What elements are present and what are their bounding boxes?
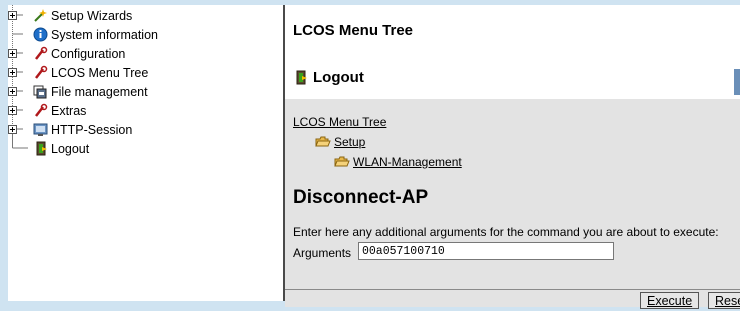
section-heading: Logout <box>294 69 364 86</box>
tree-item-file-management[interactable]: File management <box>8 83 208 102</box>
expand-icon[interactable] <box>8 87 17 96</box>
breadcrumb-label[interactable]: Setup <box>334 135 365 149</box>
button-bar: Execute Reset <box>285 289 740 309</box>
tree-item-extras[interactable]: Extras <box>8 102 208 121</box>
tree-item-label: LCOS Menu Tree <box>51 66 149 80</box>
navigation-tree: Setup Wizards System information Configu… <box>8 5 285 301</box>
breadcrumb-lcos-menu-tree[interactable]: LCOS Menu Tree <box>293 115 386 129</box>
tree-item-lcos-menu-tree[interactable]: LCOS Menu Tree <box>8 64 208 83</box>
breadcrumb-label[interactable]: WLAN-Management <box>353 155 462 169</box>
tree-item-label: File management <box>51 85 148 99</box>
command-panel: LCOS Menu Tree Setup WLAN-Management Dis… <box>285 99 740 289</box>
expand-icon[interactable] <box>8 11 17 20</box>
arguments-input[interactable] <box>358 242 614 260</box>
tree-item-label: Extras <box>51 104 87 118</box>
monitor-icon <box>33 123 48 136</box>
content-pane: LCOS Menu Tree Logout LCOS Menu Tree Set… <box>285 5 740 309</box>
folder-icon <box>315 136 331 147</box>
files-icon <box>33 85 47 99</box>
tree-item-logout[interactable]: Logout <box>8 140 208 159</box>
tree-item-system-information[interactable]: System information <box>8 26 208 45</box>
tree-item-configuration[interactable]: Configuration <box>8 45 208 64</box>
tree-item-label: Configuration <box>51 47 126 61</box>
tool-icon <box>35 65 48 79</box>
instruction-text: Enter here any additional arguments for … <box>293 225 719 239</box>
section-heading-label: Logout <box>313 69 364 86</box>
app-title: LCOS Menu Tree <box>293 22 414 39</box>
expand-icon[interactable] <box>8 125 17 134</box>
tree-item-setup-wizards[interactable]: Setup Wizards <box>8 7 208 26</box>
door-exit-icon <box>296 70 307 85</box>
breadcrumb-label[interactable]: LCOS Menu Tree <box>293 115 386 129</box>
door-exit-icon <box>36 141 47 156</box>
breadcrumb-wlan-management[interactable]: WLAN-Management <box>334 155 462 169</box>
reset-button[interactable]: Reset <box>708 292 740 309</box>
tree-item-label: System information <box>51 28 158 42</box>
page-title: Disconnect-AP <box>293 187 429 208</box>
expand-icon[interactable] <box>8 106 17 115</box>
expand-icon[interactable] <box>8 49 17 58</box>
folder-icon <box>334 156 350 167</box>
tool-icon <box>35 103 48 117</box>
tree-item-label: HTTP-Session <box>51 123 133 137</box>
tree-item-label: Logout <box>51 142 90 156</box>
accent-bar <box>734 69 740 95</box>
info-icon <box>33 27 48 42</box>
header-panel: LCOS Menu Tree Logout <box>285 5 740 95</box>
execute-button[interactable]: Execute <box>640 292 700 309</box>
arguments-label: Arguments <box>293 246 352 260</box>
tool-icon <box>35 46 48 60</box>
breadcrumb-setup[interactable]: Setup <box>315 135 365 149</box>
window-frame-left <box>0 0 8 311</box>
wand-icon <box>34 9 47 22</box>
expand-icon[interactable] <box>8 68 17 77</box>
tree-item-label: Setup Wizards <box>51 9 133 23</box>
tree-item-http-session[interactable]: HTTP-Session <box>8 121 208 140</box>
